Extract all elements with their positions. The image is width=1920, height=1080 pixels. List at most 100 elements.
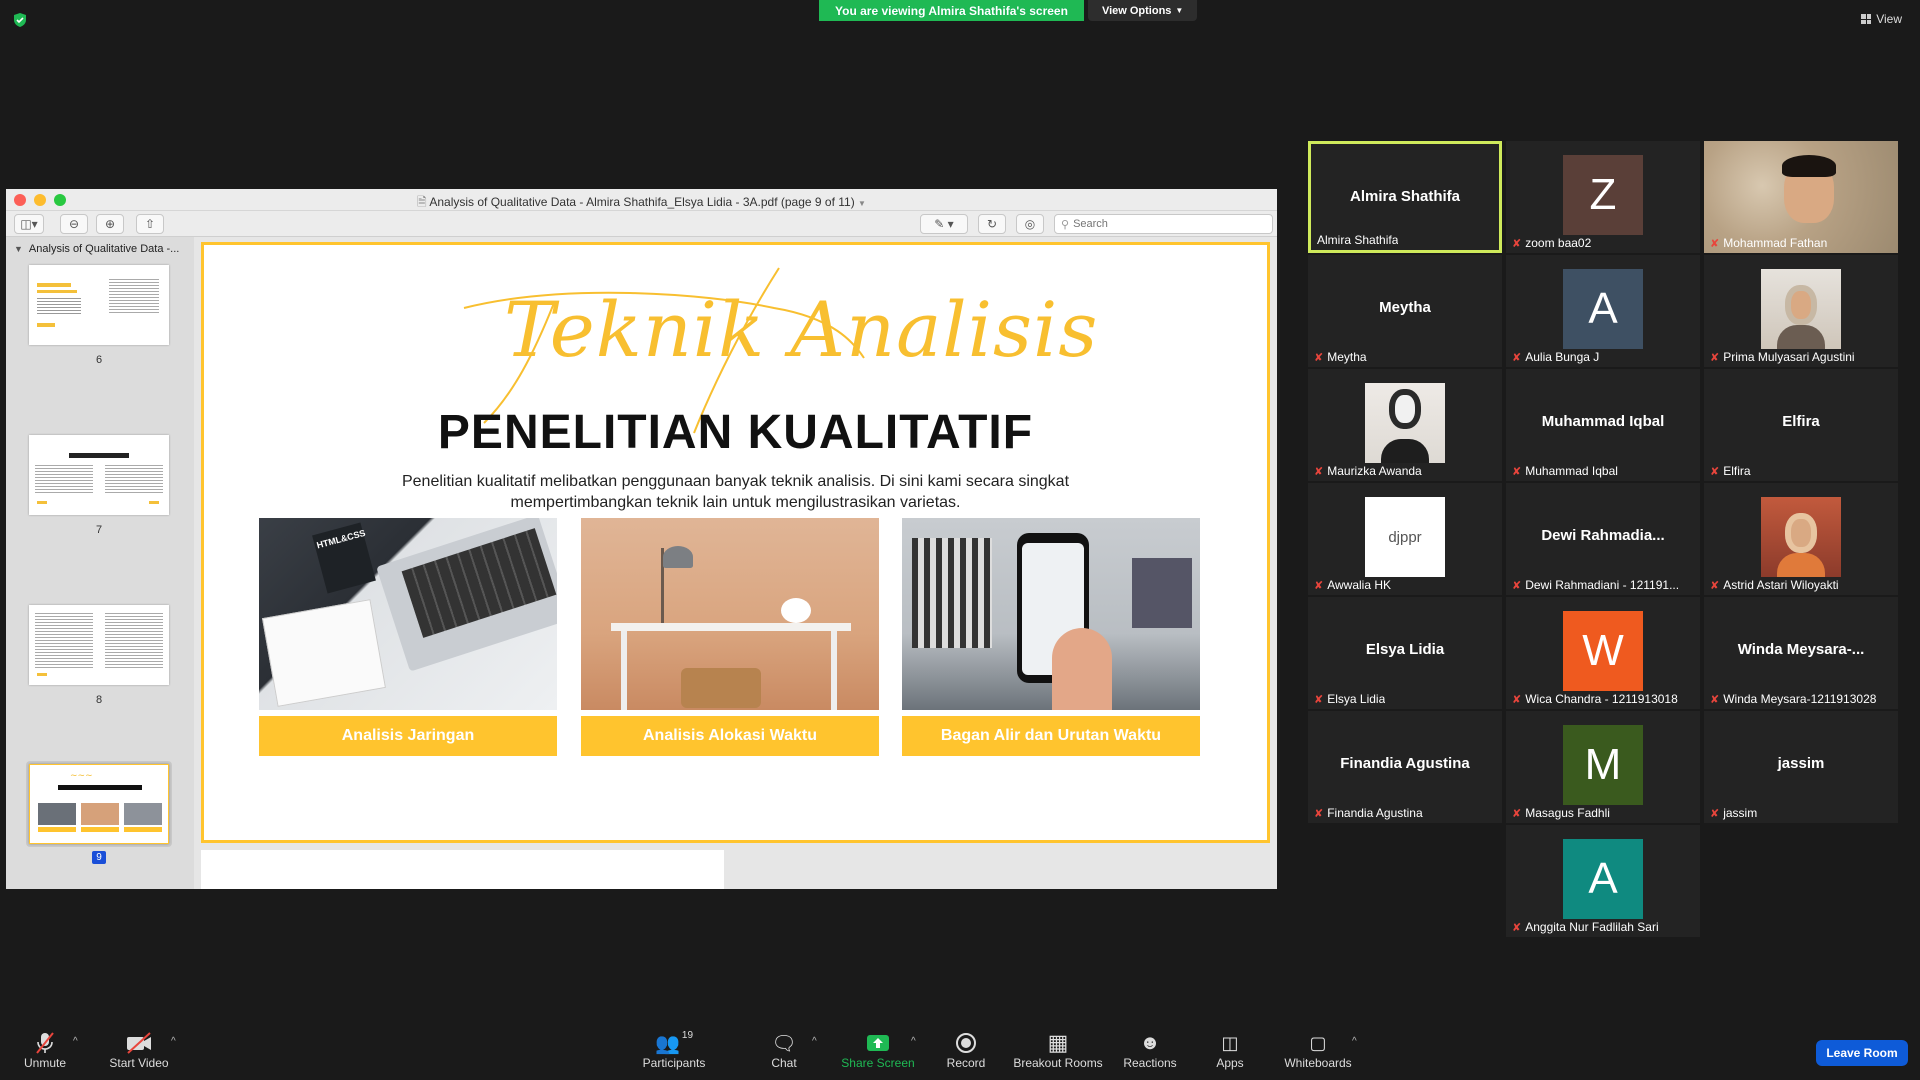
participant-tile[interactable]: Elfira ✘ Elfira <box>1704 369 1898 481</box>
participant-video <box>1761 269 1841 349</box>
page-number-7: 7 <box>95 524 103 536</box>
page-number-9: 9 <box>29 851 169 864</box>
share-screen-icon <box>867 1035 889 1051</box>
unmute-label: Unmute <box>23 1056 67 1070</box>
share-options-caret-icon[interactable]: ^ <box>911 1036 916 1047</box>
viewing-notice: You are viewing Almira Shathifa's screen <box>819 0 1084 21</box>
participant-name: Masagus Fadhli <box>1525 806 1610 820</box>
participant-tile[interactable]: Almira Shathifa Almira Shathifa <box>1308 141 1502 253</box>
sidebar-header[interactable]: ▼ Analysis of Qualitative Data -... <box>6 237 194 257</box>
share-icon: ⇧ <box>144 217 156 231</box>
participant-name: Anggita Nur Fadlilah Sari <box>1525 920 1659 934</box>
whiteboards-options-caret-icon[interactable]: ^ <box>1352 1036 1357 1047</box>
slide-page: Teknik Analisis PENELITIAN KUALITATIF Pe… <box>201 242 1270 843</box>
participant-tile[interactable]: ✘ Mohammad Fathan <box>1704 141 1898 253</box>
participant-tile[interactable]: ✘ Maurizka Awanda <box>1308 369 1502 481</box>
audio-options-caret-icon[interactable]: ^ <box>73 1036 78 1047</box>
share-screen-button[interactable]: Share Screen <box>838 1030 918 1070</box>
rotate-button[interactable]: ↻ <box>978 214 1006 234</box>
djppr-logo: djppr <box>1365 497 1445 577</box>
participant-face <box>1785 285 1817 325</box>
apps-label: Apps <box>1216 1056 1244 1070</box>
participant-tile[interactable]: W ✘ Wica Chandra - 1211913018 <box>1506 597 1700 709</box>
participant-tile[interactable]: ✘ Prima Mulyasari Agustini <box>1704 255 1898 367</box>
page-thumbnail-9[interactable]: ~~~ <box>29 764 169 844</box>
participant-name-label: ✘ Dewi Rahmadiani - 121191... <box>1512 578 1679 592</box>
participant-tile[interactable]: Finandia Agustina ✘ Finandia Agustina <box>1308 711 1502 823</box>
page-thumbnail-8[interactable] <box>29 605 169 685</box>
participant-display-name: Dewi Rahmadia... <box>1541 527 1665 544</box>
participant-avatar: Z <box>1563 155 1643 235</box>
sidebar-toggle-button[interactable]: ◫▾ <box>14 214 44 234</box>
participant-video <box>1761 497 1841 577</box>
chat-options-caret-icon[interactable]: ^ <box>812 1036 817 1047</box>
participant-tile[interactable]: Dewi Rahmadia... ✘ Dewi Rahmadiani - 12119… <box>1506 483 1700 595</box>
participants-label: Participants <box>642 1056 706 1070</box>
participant-tile[interactable]: djppr ✘ Awwalia HK <box>1308 483 1502 595</box>
leave-room-button[interactable]: Leave Room <box>1816 1040 1908 1066</box>
whiteboards-button[interactable]: ▢ Whiteboards <box>1282 1030 1354 1071</box>
start-video-label: Start Video <box>109 1056 169 1070</box>
participant-name-label: ✘ Elsya Lidia <box>1314 692 1385 706</box>
participant-tile[interactable]: jassim ✘ jassim <box>1704 711 1898 823</box>
participant-tile[interactable]: ✘ Astrid Astari Wiloyakti <box>1704 483 1898 595</box>
participant-hair <box>1782 155 1836 177</box>
participant-name-label: ✘ Wica Chandra - 1211913018 <box>1512 692 1678 706</box>
participant-gallery: Almira Shathifa Almira Shathifa Z ✘ zoom baa… <box>1306 141 1901 941</box>
participant-name: Maurizka Awanda <box>1327 464 1422 478</box>
unmute-button[interactable]: Unmute <box>20 1030 70 1070</box>
participant-tile[interactable]: M ✘ Masagus Fadhli <box>1506 711 1700 823</box>
slide-title: PENELITIAN KUALITATIF <box>437 406 1034 459</box>
participant-display-name: Winda Meysara-... <box>1737 641 1865 658</box>
participant-display-name: Meytha <box>1379 299 1431 316</box>
reactions-label: Reactions <box>1123 1056 1177 1070</box>
breakout-rooms-button[interactable]: ▦ Breakout Rooms <box>1012 1030 1104 1070</box>
participant-tile[interactable]: Elsya Lidia ✘ Elsya Lidia <box>1308 597 1502 709</box>
record-button[interactable]: Record <box>944 1030 988 1070</box>
page-thumbnail-7[interactable] <box>29 435 169 515</box>
participant-name-label: ✘ jassim <box>1710 806 1757 820</box>
participant-avatar: A <box>1563 839 1643 919</box>
security-shield-icon[interactable] <box>12 12 28 28</box>
participant-tile[interactable]: Meytha ✘ Meytha <box>1308 255 1502 367</box>
participants-icon: 👥 <box>654 1032 680 1055</box>
video-options-caret-icon[interactable]: ^ <box>171 1036 176 1047</box>
participant-name-label: ✘ Muhammad Iqbal <box>1512 464 1618 478</box>
search-field[interactable]: ⚲ <box>1054 214 1273 234</box>
participant-tile[interactable]: Muhammad Iqbal ✘ Muhammad Iqbal <box>1506 369 1700 481</box>
participants-button[interactable]: 👥 19 Participants <box>638 1030 710 1070</box>
share-button[interactable]: ⇧ <box>136 214 164 234</box>
participant-tile[interactable]: A ✘ Aulia Bunga J <box>1506 255 1700 367</box>
zoom-out-icon: ⊖ <box>68 217 80 231</box>
chat-button[interactable]: 🗨 Chat <box>764 1030 804 1071</box>
participant-name: jassim <box>1723 806 1758 820</box>
participant-name-label: ✘ Awwalia HK <box>1314 578 1391 592</box>
markup-button[interactable]: ◎ <box>1016 214 1044 234</box>
breakout-grid-icon: ▦ <box>1047 1030 1069 1055</box>
search-input[interactable] <box>1073 218 1254 230</box>
page-thumbnail-6[interactable] <box>29 265 169 345</box>
pen-icon: ✎ ▾ <box>934 217 954 231</box>
zoom-out-button[interactable]: ⊖ <box>60 214 88 234</box>
window-titlebar: 🗎 Analysis of Qualitative Data - Almira … <box>6 189 1277 211</box>
document-view[interactable]: Teknik Analisis PENELITIAN KUALITATIF Pe… <box>194 237 1277 889</box>
book-title: HTML&CSS <box>315 527 367 551</box>
muted-mic-icon: ✘ <box>1710 579 1720 592</box>
apps-icon: ◫ <box>1221 1032 1239 1053</box>
markup-pen-button[interactable]: ✎ ▾ <box>920 214 968 234</box>
participant-tile[interactable]: Z ✘ zoom baa02 <box>1506 141 1700 253</box>
participant-tile[interactable]: Winda Meysara-... ✘ Winda Meysara-12119130… <box>1704 597 1898 709</box>
chevron-down-icon[interactable]: ▼ <box>858 199 866 208</box>
participant-tile[interactable]: A ✘ Anggita Nur Fadlilah Sari <box>1506 825 1700 937</box>
reactions-button[interactable]: ☻ Reactions <box>1122 1030 1178 1071</box>
muted-mic-icon: ✘ <box>1512 693 1522 706</box>
sidebar-title: Analysis of Qualitative Data -... <box>28 243 180 255</box>
zoom-in-button[interactable]: ⊕ <box>96 214 124 234</box>
start-video-button[interactable]: Start Video <box>104 1030 174 1070</box>
view-options-button[interactable]: View Options ▼ <box>1087 0 1198 21</box>
apps-button[interactable]: ◫ Apps <box>1212 1030 1248 1071</box>
muted-mic-icon: ✘ <box>1512 465 1522 478</box>
sidebar-icon: ◫▾ <box>20 217 38 231</box>
muted-mic-icon: ✘ <box>1512 351 1522 364</box>
view-button[interactable]: View <box>1861 12 1902 26</box>
